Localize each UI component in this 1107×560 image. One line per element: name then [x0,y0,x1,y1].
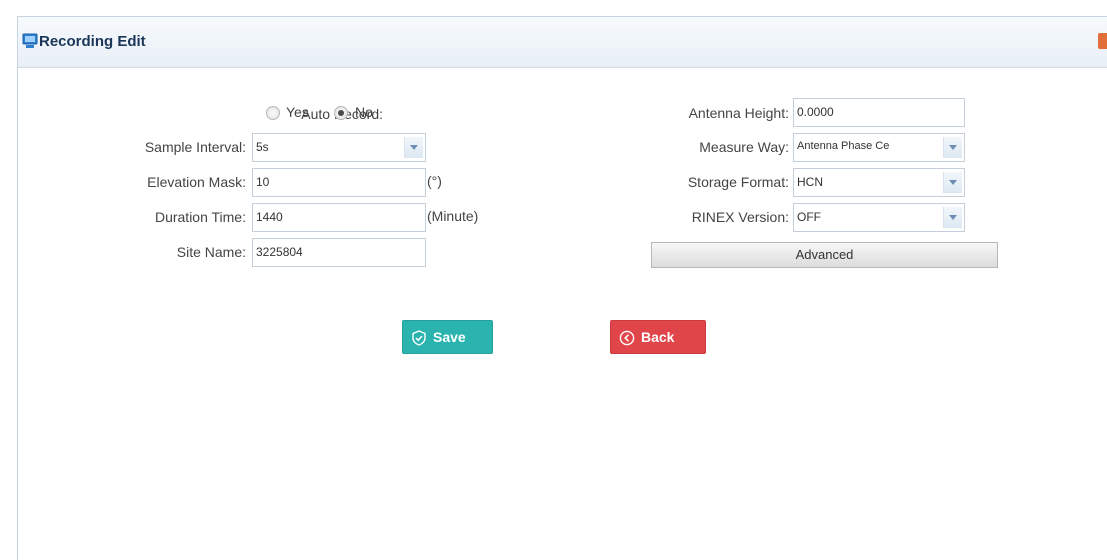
sample-interval-value: 5s [256,140,269,154]
measure-way-label: Measure Way: [699,139,789,155]
chevron-down-icon [943,207,962,228]
rinex-version-value: OFF [797,210,821,224]
rinex-version-select[interactable]: OFF [793,203,965,232]
auto-record-no-radio[interactable] [334,106,348,120]
auto-record-no-label: No [355,104,373,120]
storage-format-select[interactable]: HCN [793,168,965,197]
chevron-down-icon [404,137,423,158]
save-label: Save [433,329,466,345]
duration-time-input[interactable]: 1440 [252,203,426,232]
antenna-height-input[interactable]: 0.0000 [793,98,965,127]
elevation-mask-unit: (°) [427,173,442,189]
elevation-mask-input[interactable]: 10 [252,168,426,197]
back-arrow-icon [619,330,635,346]
save-button[interactable]: Save [402,320,493,354]
elevation-mask-label: Elevation Mask: [147,174,246,190]
duration-time-label: Duration Time: [154,209,246,225]
close-icon[interactable] [1098,33,1107,49]
duration-time-value: 1440 [256,210,283,224]
elevation-mask-value: 10 [256,175,270,189]
auto-record-yes-label: Yes [286,104,309,120]
back-button[interactable]: Back [610,320,706,354]
antenna-height-value: 0.0000 [797,105,834,119]
rinex-version-label: RINEX Version: [691,209,789,225]
measure-way-select[interactable]: Antenna Phase Ce [793,133,965,162]
check-shield-icon [412,330,426,346]
panel-header: Recording Edit [18,17,1107,68]
measure-way-value: Antenna Phase Ce [797,140,890,152]
chevron-down-icon [943,137,962,158]
sample-interval-label: Sample Interval: [144,139,246,155]
site-name-label: Site Name: [176,244,246,260]
auto-record-yes-radio[interactable] [266,106,280,120]
back-label: Back [641,329,675,345]
monitor-icon [22,33,38,48]
site-name-input[interactable]: 3225804 [252,238,426,267]
sample-interval-select[interactable]: 5s [252,133,426,162]
storage-format-label: Storage Format: [687,174,789,190]
duration-time-unit: (Minute) [427,208,479,224]
site-name-value: 3225804 [256,245,303,259]
panel-title: Recording Edit [39,33,146,50]
antenna-height-label: Antenna Height: [688,105,789,121]
storage-format-value: HCN [797,175,823,189]
chevron-down-icon [943,172,962,193]
advanced-button[interactable]: Advanced [651,242,998,268]
